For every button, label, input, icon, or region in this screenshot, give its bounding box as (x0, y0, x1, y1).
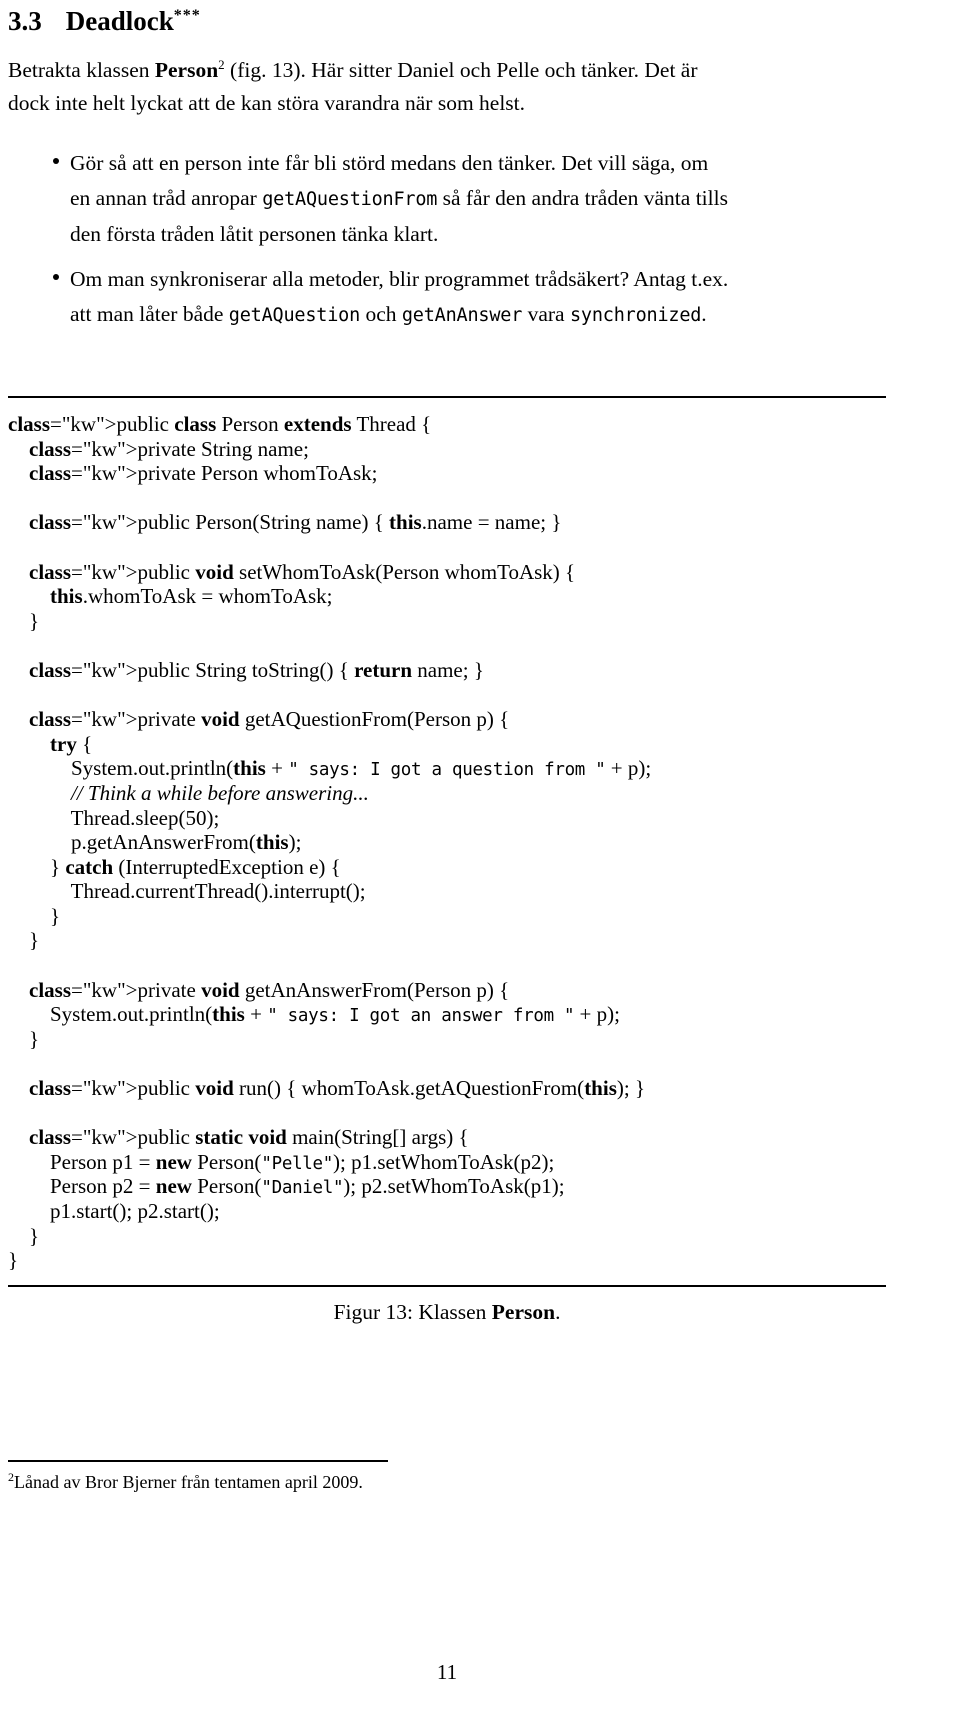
code-synchronized: synchronized (569, 305, 702, 326)
code-line: } (8, 1026, 40, 1051)
list-item: Gör så att en person inte får bli störd … (8, 146, 898, 252)
bullet-2-line-1: Om man synkroniserar alla metoder, blir … (70, 267, 729, 291)
code-line: class="kw">private void getAnAnswerFrom(… (29, 977, 510, 1002)
caption-suffix: . (555, 1300, 561, 1324)
code-line: } (8, 1248, 19, 1273)
bullet-1-line-2: en annan tråd anropar getAQuestionFrom s… (70, 181, 898, 217)
code-line: p1.start(); p2.start(); (8, 1199, 220, 1223)
bullet-dot-icon (53, 274, 59, 280)
caption-class-name: Person (491, 1300, 556, 1324)
code-line: Thread.sleep(50); (8, 805, 220, 830)
code-line: try { (50, 731, 93, 756)
bullet-2-mid: och (360, 302, 402, 326)
code-line: } (8, 903, 61, 928)
list-item: Om man synkroniserar alla metoder, blir … (8, 262, 898, 333)
intro-line-2: dock inte helt lyckat att de kan störa v… (8, 91, 526, 116)
section-number: 3.3 (8, 6, 42, 36)
code-line: class="kw">public class Person extends T… (8, 412, 432, 436)
page-number: 11 (436, 1660, 458, 1684)
code-line: class="kw">public static void main(Strin… (29, 1125, 469, 1150)
code-getaquestion: getAQuestion (228, 305, 361, 326)
code-line: class="kw">public Person(String name) { … (29, 510, 562, 535)
code-line: // Think a while before answering... (71, 780, 369, 805)
bullet-dot-icon (53, 158, 59, 164)
figure-caption: Figur 13: Klassen Person. (0, 1300, 894, 1325)
code-line: } (8, 608, 40, 633)
bullet-1-line-2-suffix: så får den andra tråden vänta tills (437, 186, 728, 210)
code-line: Person p2 = new Person("Daniel"); p2.set… (8, 1174, 565, 1199)
intro-text-after: (fig. 13). Här sitter Daniel och Pelle o… (224, 58, 698, 83)
code-line: } (8, 1223, 40, 1248)
code-line: System.out.println(this + " says: I got … (8, 1002, 620, 1027)
code-line: System.out.println(this + " says: I got … (8, 756, 652, 781)
code-getaquestionfrom: getAQuestionFrom (262, 189, 438, 210)
bullet-1-line-1: Gör så att en person inte får bli störd … (70, 151, 709, 175)
caption-prefix: Figur 13: Klassen (333, 1300, 492, 1324)
bullet-1-line-3: den första tråden låtit personen tänka k… (70, 222, 439, 246)
code-getananswer: getAnAnswer (401, 305, 523, 326)
code-line: class="kw">public void setWhomToAsk(Pers… (29, 559, 576, 584)
footnote-text: Lånad av Bror Bjerner från tentamen apri… (14, 1472, 363, 1492)
code-line: Person p1 = new Person("Pelle"); p1.setW… (8, 1149, 555, 1174)
code-line: } catch (InterruptedException e) { (8, 854, 341, 879)
code-line: class="kw">public String toString() { re… (29, 657, 484, 682)
code-line: class="kw">private Person whomToAsk; (29, 461, 378, 486)
intro-paragraph: Betrakta klassen Person2 (fig. 13). Här … (8, 48, 886, 120)
code-line: this.whomToAsk = whomToAsk; (50, 584, 333, 609)
footnote: 2Lånad av Bror Bjerner från tentamen apr… (8, 1470, 363, 1493)
document-page: 3.3 Deadlock*** Betrakta klassen Person2 … (0, 0, 960, 1711)
bullet-1-line-2-prefix: en annan tråd anropar (70, 186, 263, 210)
bullet-2-prefix: att man låter både (70, 302, 229, 326)
intro-class-name: Person (154, 58, 219, 83)
code-line: class="kw">public void run() { whomToAsk… (29, 1076, 646, 1101)
section-difficulty-stars: *** (173, 7, 201, 24)
figure-person-class: class="kw">public class Person extends T… (8, 396, 886, 1287)
footnote-separator (8, 1460, 388, 1462)
intro-text-before: Betrakta klassen (8, 58, 155, 83)
figure-bottom-rule (8, 1284, 886, 1287)
code-line: Thread.currentThread().interrupt(); (8, 879, 366, 904)
code-line: } (8, 928, 40, 953)
code-listing: class="kw">public class Person extends T… (8, 398, 886, 1281)
code-line: p.getAnAnswerFrom(this); (8, 830, 302, 855)
bullet-2-tail: . (701, 302, 707, 326)
bullet-2-suffix: vara (522, 302, 570, 326)
bullet-2-line-2: att man låter både getAQuestion och getA… (70, 297, 898, 333)
requirements-list: Gör så att en person inte får bli störd … (8, 146, 898, 343)
section-heading: 3.3 Deadlock*** (8, 6, 201, 37)
code-line: class="kw">private void getAQuestionFrom… (29, 707, 510, 732)
code-line: class="kw">private String name; (29, 436, 309, 461)
section-title: Deadlock (65, 6, 174, 36)
